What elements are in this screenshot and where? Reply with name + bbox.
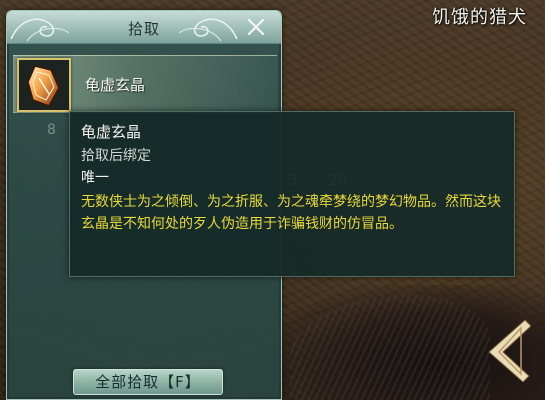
crystal-item-icon (27, 65, 60, 107)
loot-window-title: 拾取 (127, 20, 160, 38)
close-icon[interactable] (245, 16, 267, 38)
chevron-left-icon[interactable] (485, 318, 531, 382)
pickup-all-button[interactable]: 全部拾取【F】 (73, 369, 223, 395)
tooltip-item-name: 龟虚玄晶 (81, 123, 142, 141)
item-name: 龟虚玄晶 (85, 76, 146, 94)
tooltip-bind-type: 拾取后绑定 (81, 148, 151, 164)
item-slot[interactable] (17, 58, 71, 112)
loot-title-bar[interactable]: 拾取 (7, 11, 281, 44)
item-tooltip: 龟虚玄晶 拾取后绑定 唯一 无数侠士为之倾倒、为之折服、为之魂牵梦绕的梦幻物品。… (69, 111, 515, 277)
tooltip-unique-flag: 唯一 (81, 170, 109, 186)
row-count-label: 8 (47, 122, 56, 138)
loot-item-row[interactable]: 龟虚玄晶 (13, 55, 277, 113)
tooltip-description: 无数侠士为之倾倒、为之折服、为之魂牵梦绕的梦幻物品。然而这块玄晶是不知何处的歹人… (81, 194, 501, 232)
npc-name-label: 饥饿的猎犬 (432, 7, 527, 28)
